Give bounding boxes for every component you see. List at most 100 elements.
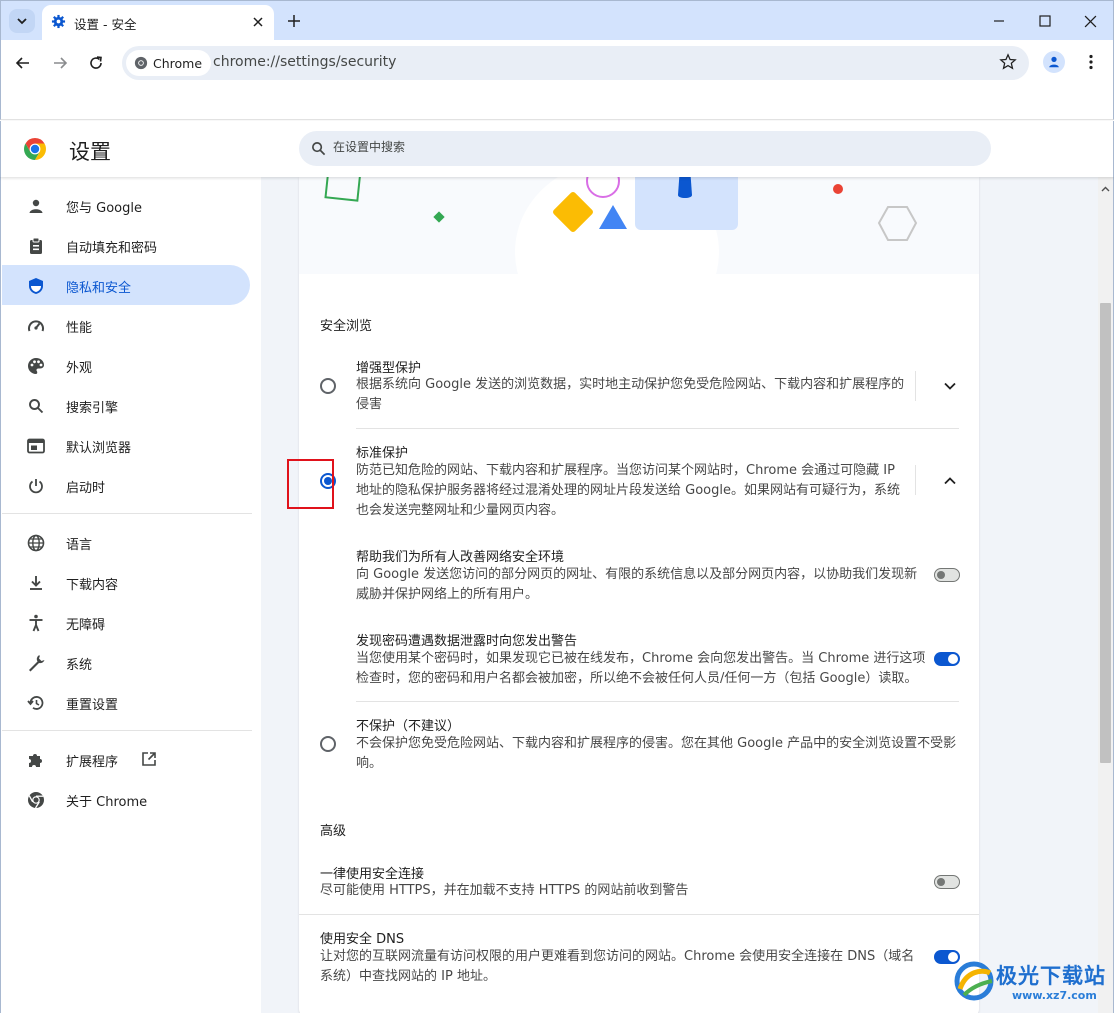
tab-active[interactable]: 设置 - 安全 [42,5,274,41]
help-improve-title: 帮助我们为所有人改善网络安全环境 [356,550,565,565]
sidebar-item-label: 性能 [66,321,93,336]
sidebar-item-label: 启动时 [66,481,106,496]
sidebar-item-extensions[interactable]: 扩展程序 [2,739,250,779]
help-improve-desc: 向 Google 发送您访问的部分网页的网址、有限的系统信息以及部分网页内容，以… [356,567,918,582]
sidebar-item-on-startup[interactable]: 启动时 [2,465,250,505]
password-leak-toggle[interactable] [934,652,960,666]
standard-protection-desc-cont: 也会发送完整网址和少量网页内容。 [356,503,565,518]
tab-search-button[interactable] [9,9,35,33]
reload-button[interactable] [84,51,108,75]
search-icon [26,396,46,416]
address-bar[interactable]: Chrome chrome://settings/security [122,46,1029,80]
chevron-down-icon [944,382,956,390]
page-title: 设置 [69,140,111,164]
sidebar-item-performance[interactable]: 性能 [2,305,250,345]
standard-protection-title: 标准保护 [356,446,409,461]
sidebar-item-you-and-google[interactable]: 您与 Google [2,185,250,225]
password-leak-title: 发现密码遭遇数据泄露时向您发出警告 [356,634,578,649]
history-icon [26,693,46,713]
sidebar-divider [2,513,252,514]
sidebar-item-languages[interactable]: 语言 [2,522,250,562]
watermark: 极光下载站 www.xz7.com [950,953,1110,1011]
sidebar-item-reset[interactable]: 重置设置 [2,682,250,722]
sidebar-divider [2,730,252,731]
expand-enhanced-button[interactable] [938,374,962,398]
highlight-annotation [287,459,334,509]
sidebar-item-label: 下载内容 [66,578,119,593]
collapse-standard-button[interactable] [938,469,962,493]
help-improve-toggle[interactable] [934,568,960,582]
search-input[interactable] [333,140,933,154]
scroll-up-arrow-icon[interactable] [1101,181,1110,196]
sidebar-item-search-engine[interactable]: 搜索引擎 [2,385,250,425]
vertical-scrollbar[interactable] [1098,177,1113,1013]
close-icon [1084,15,1096,27]
back-button[interactable] [11,51,35,75]
settings-search[interactable] [299,131,991,166]
scrollbar-thumb[interactable] [1100,303,1111,763]
tab-strip: 设置 - 安全 [0,0,1114,41]
clipboard-icon [26,236,46,256]
browser-toolbar: Chrome chrome://settings/security [0,40,1114,86]
sidebar-item-default-browser[interactable]: 默认浏览器 [2,425,250,465]
sidebar-item-label: 系统 [66,658,93,673]
site-info-chip[interactable]: Chrome [126,50,212,76]
https-title: 一律使用安全连接 [320,867,425,882]
sidebar-item-label: 重置设置 [66,698,119,713]
standard-protection-desc: 防范已知危险的网站、下载内容和扩展程序。当您访问某个网站时，Chrome 会通过… [356,463,895,478]
chevron-up-icon [944,477,956,485]
row-divider [356,428,959,429]
separator [915,465,916,495]
url-text[interactable]: chrome://settings/security [213,54,396,70]
sidebar-item-label: 无障碍 [66,618,106,633]
minimize-icon [994,20,1004,22]
settings-body: 您与 Google 自动填充和密码 隐私和安全 性能 外观 搜索引擎 默认浏览器 [0,177,1114,1013]
row-divider [356,701,959,702]
sidebar-item-label: 扩展程序 [66,755,119,770]
security-banner-illustration [299,177,979,274]
star-icon[interactable] [999,53,1017,75]
chrome-icon [26,790,46,810]
more-vert-icon [1089,54,1093,70]
menu-button[interactable] [1082,50,1100,74]
window-close-button[interactable] [1078,9,1102,33]
chrome-logo-icon [23,137,47,165]
minimize-button[interactable] [987,9,1011,33]
sidebar-item-system[interactable]: 系统 [2,642,250,682]
tab-title: 设置 - 安全 [74,17,137,32]
no-protection-title: 不保护（不建议） [356,719,461,734]
sidebar-item-appearance[interactable]: 外观 [2,345,250,385]
watermark-logo-icon [954,961,994,1001]
sidebar-item-accessibility[interactable]: 无障碍 [2,602,250,642]
person-icon [1049,56,1059,68]
help-improve-desc-cont: 威胁并保护网络上的所有用户。 [356,587,539,602]
close-icon[interactable] [249,13,267,31]
open-in-new-icon [141,751,157,771]
sidebar-item-autofill[interactable]: 自动填充和密码 [2,225,250,265]
watermark-url: www.xz7.com [1012,989,1097,1002]
person-icon [26,196,46,216]
maximize-button[interactable] [1033,9,1057,33]
no-protection-desc: 不会保护您免受危险网站、下载内容和扩展程序的侵害。您在其他 Google 产品中… [356,736,957,751]
standard-protection-desc-cont: 地址的隐私保护服务器将经过混淆处理的网址片段发送给 Google。如果网站有可疑… [356,483,900,498]
wrench-icon [26,653,46,673]
no-protection-desc-cont: 响。 [356,756,383,771]
forward-button[interactable] [48,51,72,75]
new-tab-button[interactable] [283,10,305,32]
https-toggle[interactable] [934,875,960,889]
globe-icon [26,533,46,553]
reload-icon [90,56,102,69]
sidebar-item-privacy[interactable]: 隐私和安全 [2,265,250,305]
secure-dns-desc-cont: 系统）中查找网站的 IP 地址。 [320,969,496,984]
profile-avatar[interactable] [1043,51,1065,73]
shield-icon [26,276,46,296]
sidebar-item-downloads[interactable]: 下载内容 [2,562,250,602]
enhanced-protection-radio[interactable] [320,378,336,394]
no-protection-radio[interactable] [320,736,336,752]
enhanced-protection-desc: 根据系统向 Google 发送的浏览数据，实时地主动保护您免受危险网站、下载内容… [356,377,905,392]
sidebar-item-about-chrome[interactable]: 关于 Chrome [2,779,250,819]
secure-dns-title: 使用安全 DNS [320,932,405,947]
chrome-icon [134,56,148,70]
gear-icon [51,14,66,33]
safe-browsing-heading: 安全浏览 [320,319,373,334]
